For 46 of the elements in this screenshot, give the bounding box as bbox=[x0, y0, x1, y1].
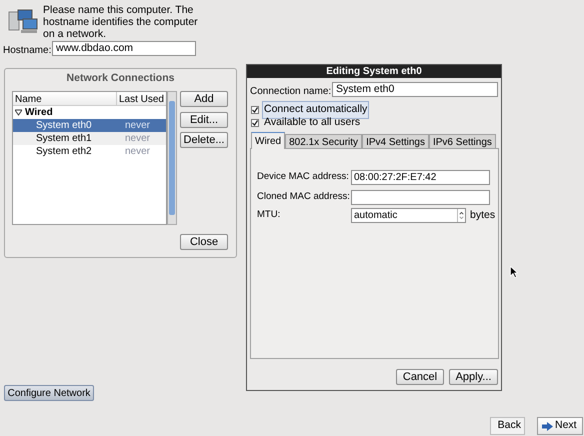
configure-network-button[interactable]: Configure Network bbox=[4, 385, 94, 401]
tab[interactable]: 802.1x Security bbox=[285, 134, 362, 149]
text-field[interactable]: 08:00:27:2F:E7:42 bbox=[351, 170, 490, 185]
tab[interactable]: Wired bbox=[251, 132, 286, 149]
checkbox[interactable] bbox=[251, 118, 259, 127]
connection-name-field[interactable]: System eth0 bbox=[332, 82, 498, 97]
column-header[interactable]: Last Used bbox=[116, 92, 166, 105]
connection-name: System eth2 bbox=[35, 145, 93, 159]
button[interactable]: Delete... bbox=[180, 132, 228, 148]
tab[interactable]: IPv6 Settings bbox=[428, 134, 496, 149]
back-button[interactable]: Back bbox=[490, 417, 525, 435]
title-bar: Editing System eth0 bbox=[247, 65, 501, 78]
last-used: never bbox=[124, 119, 150, 133]
connection-row[interactable]: System eth1 never bbox=[13, 132, 166, 145]
tab[interactable]: IPv4 Settings bbox=[362, 134, 429, 149]
button[interactable]: Close bbox=[180, 234, 228, 250]
scrollbar[interactable] bbox=[167, 91, 177, 225]
field-label: Cloned MAC address: bbox=[257, 190, 350, 204]
expander-icon[interactable] bbox=[15, 109, 22, 116]
connection-row[interactable]: System eth0 never bbox=[13, 119, 166, 132]
hostname-label: Hostname: bbox=[3, 44, 52, 58]
connection-name-label: Connection name: bbox=[250, 85, 332, 99]
last-used: never bbox=[124, 132, 150, 146]
spin-arrows-icon[interactable] bbox=[457, 209, 465, 222]
unit-label: bytes bbox=[470, 208, 496, 223]
connection-name: System eth0 bbox=[35, 119, 93, 133]
group-label: Wired bbox=[25, 106, 53, 120]
button[interactable]: Edit... bbox=[180, 112, 228, 128]
intro-text: Please name this computer. The hostname identifies the computer on a network. bbox=[43, 4, 199, 40]
text-field[interactable] bbox=[351, 190, 490, 205]
next-button[interactable]: Next bbox=[537, 417, 583, 435]
computers-icon bbox=[8, 8, 38, 34]
hostname-field[interactable]: www.dbdao.com bbox=[52, 41, 196, 56]
button[interactable]: Apply... bbox=[449, 369, 498, 385]
checkbox[interactable] bbox=[251, 106, 259, 114]
mouse-pointer-icon bbox=[510, 266, 518, 278]
last-used: never bbox=[124, 145, 150, 159]
right-arrow-icon bbox=[542, 422, 553, 430]
button[interactable]: Add bbox=[180, 91, 228, 107]
field-label: Device MAC address: bbox=[257, 170, 349, 184]
connection-name: System eth1 bbox=[35, 132, 93, 146]
button[interactable]: Cancel bbox=[396, 369, 444, 385]
field-label: MTU: bbox=[257, 208, 280, 222]
spin-field[interactable]: automatic bbox=[351, 208, 466, 223]
column-header[interactable]: Name bbox=[13, 92, 117, 105]
window-title: Network Connections bbox=[66, 71, 176, 86]
